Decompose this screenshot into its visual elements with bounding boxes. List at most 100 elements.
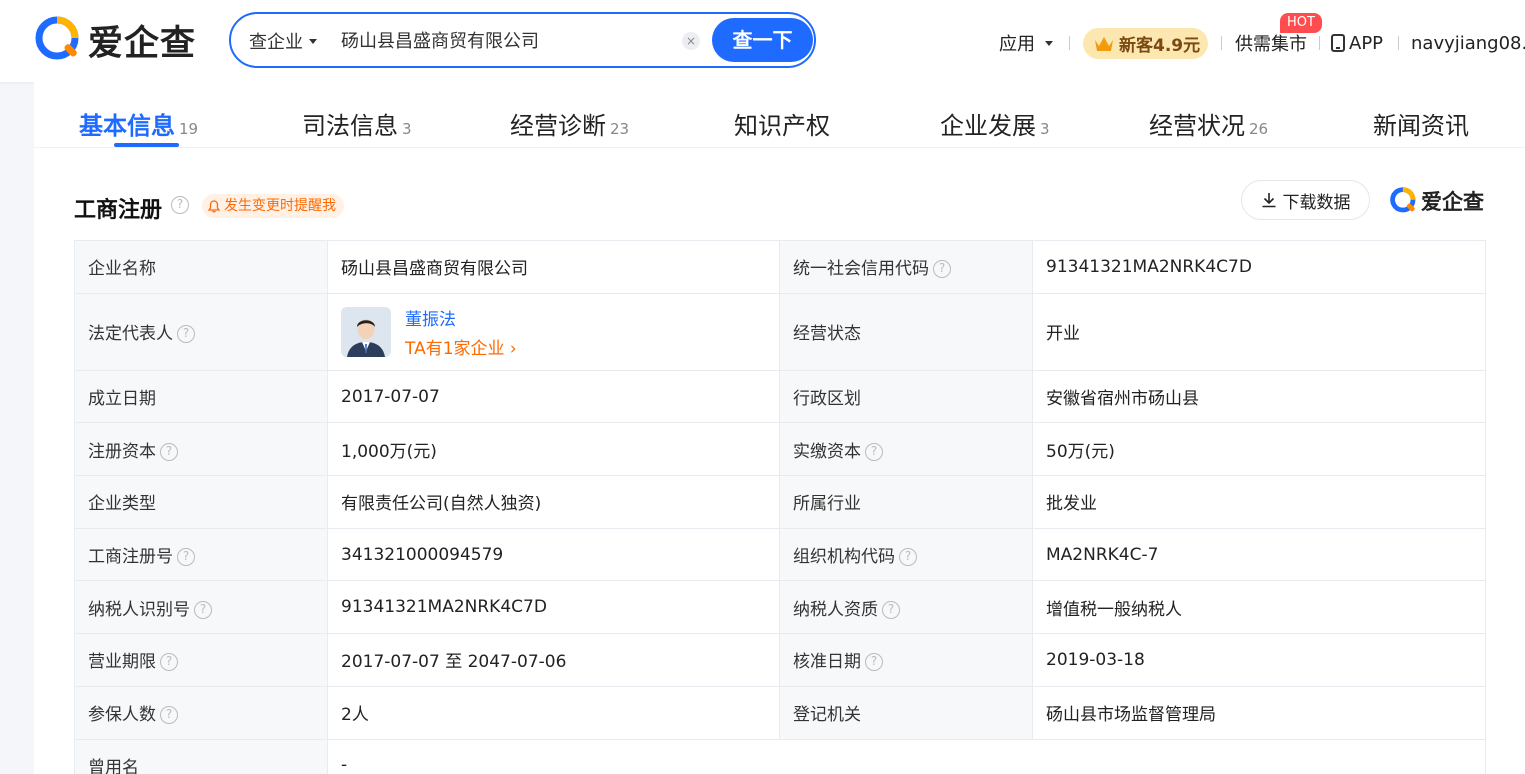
avatar-illustration (341, 306, 391, 357)
help-icon[interactable]: ? (899, 548, 917, 567)
help-icon[interactable]: ? (882, 600, 900, 619)
section-title: 工商注册 (74, 198, 163, 223)
legal-rep-name-link[interactable]: 董振法 (405, 305, 517, 330)
nav-divider (1398, 36, 1399, 50)
help-icon[interactable]: ? (933, 260, 951, 279)
tab-operations[interactable]: 经营状况 26 (1149, 106, 1268, 141)
legal-rep-cell: 董振法 TA有1家企业 › (327, 292, 780, 371)
tab-count: 3 (402, 120, 412, 138)
nav-divider (1221, 36, 1222, 50)
region-value: 安徽省宿州市砀山县 (1032, 369, 1486, 424)
nav-user-menu[interactable]: navyjiang08... (1411, 28, 1525, 58)
tab-count: 26 (1249, 120, 1269, 138)
search-button[interactable]: 查一下 (712, 18, 813, 62)
table-row: 工商注册号? 341321000094579 组织机构代码? MA2NRK4C-… (74, 527, 1486, 582)
download-data-button[interactable]: 下载数据 (1241, 180, 1370, 220)
org-code-value: MA2NRK4C-7 (1032, 527, 1486, 582)
user-name: navyjiang08... (1411, 32, 1525, 54)
credit-code-value: 91341321MA2NRK4C7D (1032, 240, 1486, 294)
cell-label: 行政区划 (779, 369, 1033, 424)
cell-label: 企业名称 (74, 240, 328, 294)
help-icon[interactable]: ? (177, 325, 195, 344)
tab-news[interactable]: 新闻资讯 (1373, 106, 1469, 141)
help-icon[interactable]: ? (160, 706, 178, 725)
former-name-value: - (327, 738, 1486, 774)
cell-label: 经营状态 (779, 292, 1033, 371)
cell-label: 曾用名 (74, 738, 328, 774)
tab-label: 新闻资讯 (1373, 112, 1469, 140)
tab-basic-info[interactable]: 基本信息 19 (79, 106, 198, 141)
table-row: 纳税人识别号? 91341321MA2NRK4C7D 纳税人资质? 增值税一般纳… (74, 580, 1486, 635)
brand-label: 爱企查 (1421, 190, 1484, 214)
search-input[interactable] (341, 26, 671, 54)
tab-bar: 基本信息 19 司法信息 3 经营诊断 23 知识产权 企业发展 3 经营状况 26 新闻… (34, 82, 1525, 148)
nav-divider (1319, 36, 1320, 50)
nav-app-download-label: APP (1349, 32, 1384, 54)
term-label: 营业期限 (88, 652, 156, 673)
reg-capital-value: 1,000万(元) (327, 422, 780, 477)
top-header: 爱企查 查企业 × 查一下 应用 新客4.9元 供需集市 HOT APP nav… (0, 0, 1525, 82)
tab-ip[interactable]: 知识产权 (734, 106, 830, 141)
help-icon[interactable]: ? (171, 196, 189, 214)
bell-icon (208, 199, 220, 213)
paid-capital-label: 实缴资本 (793, 441, 861, 462)
search-bar: 查企业 × 查一下 (229, 12, 816, 68)
legal-rep-label: 法定代表人 (88, 324, 173, 345)
help-icon[interactable]: ? (160, 442, 178, 461)
change-remind-button[interactable]: 发生变更时提醒我 (202, 194, 344, 218)
phone-icon (1331, 34, 1345, 52)
avatar-icon[interactable] (341, 306, 391, 357)
site-logo[interactable]: 爱企查 (34, 14, 204, 66)
cell-label: 组织机构代码? (779, 527, 1033, 582)
legal-rep-person: 董振法 TA有1家企业 › (341, 305, 766, 359)
tab-label: 经营诊断 (510, 112, 606, 140)
table-row: 企业名称 砀山县昌盛商贸有限公司 统一社会信用代码? 91341321MA2NR… (74, 240, 1486, 294)
help-icon[interactable]: ? (194, 600, 212, 619)
tab-label: 企业发展 (940, 112, 1036, 140)
cell-label: 统一社会信用代码? (779, 240, 1033, 294)
reg-no-value: 341321000094579 (327, 527, 780, 582)
cell-label: 工商注册号? (74, 527, 328, 582)
tab-business-diagnosis[interactable]: 经营诊断 23 (510, 106, 629, 141)
tab-count: 19 (179, 120, 199, 138)
caret-down-icon (309, 38, 317, 44)
search-type-select[interactable]: 查企业 (249, 28, 317, 54)
tab-development[interactable]: 企业发展 3 (940, 106, 1050, 141)
clear-icon[interactable]: × (682, 32, 700, 50)
registration-table: 企业名称 砀山县昌盛商贸有限公司 统一社会信用代码? 91341321MA2NR… (74, 240, 1486, 774)
cell-label: 成立日期 (74, 369, 328, 424)
help-icon[interactable]: ? (865, 653, 883, 672)
caret-down-icon (1045, 40, 1053, 46)
brand-watermark: 爱企查 (1389, 186, 1484, 216)
logo-icon (1390, 187, 1416, 213)
tab-judicial-info[interactable]: 司法信息 3 (302, 106, 412, 141)
active-tab-indicator (114, 143, 179, 147)
help-icon[interactable]: ? (160, 653, 178, 672)
industry-value: 批发业 (1032, 475, 1486, 529)
table-row: 法定代表人? 董振法 TA有1家企业 › 经营状态 开业 (74, 292, 1486, 371)
status-value: 开业 (1032, 292, 1486, 371)
logo-icon (35, 16, 79, 60)
cell-label: 营业期限? (74, 633, 328, 687)
cell-label: 法定代表人? (74, 292, 328, 371)
legal-rep-companies-link[interactable]: TA有1家企业 › (405, 334, 517, 359)
nav-app-menu[interactable]: 应用 (999, 28, 1053, 58)
nav-market-label: 供需集市 (1235, 34, 1307, 55)
logo-text: 爱企查 (88, 23, 197, 64)
vip-promo-button[interactable]: 新客4.9元 (1083, 28, 1208, 59)
help-icon[interactable]: ? (865, 442, 883, 461)
cell-label: 登记机关 (779, 685, 1033, 740)
cell-label: 参保人数? (74, 685, 328, 740)
table-row: 参保人数? 2人 登记机关 砀山县市场监督管理局 (74, 685, 1486, 740)
founded-value: 2017-07-07 (327, 369, 780, 424)
cell-label: 实缴资本? (779, 422, 1033, 477)
table-row: 曾用名 - (74, 738, 1486, 774)
reg-capital-label: 注册资本 (88, 441, 156, 462)
nav-app-download[interactable]: APP (1331, 28, 1383, 58)
authority-value: 砀山县市场监督管理局 (1032, 685, 1486, 740)
tax-id-label: 纳税人识别号 (88, 599, 190, 620)
help-icon[interactable]: ? (177, 548, 195, 567)
credit-code-label: 统一社会信用代码 (793, 259, 929, 280)
tab-count: 23 (610, 120, 630, 138)
reg-no-label: 工商注册号 (88, 547, 173, 568)
